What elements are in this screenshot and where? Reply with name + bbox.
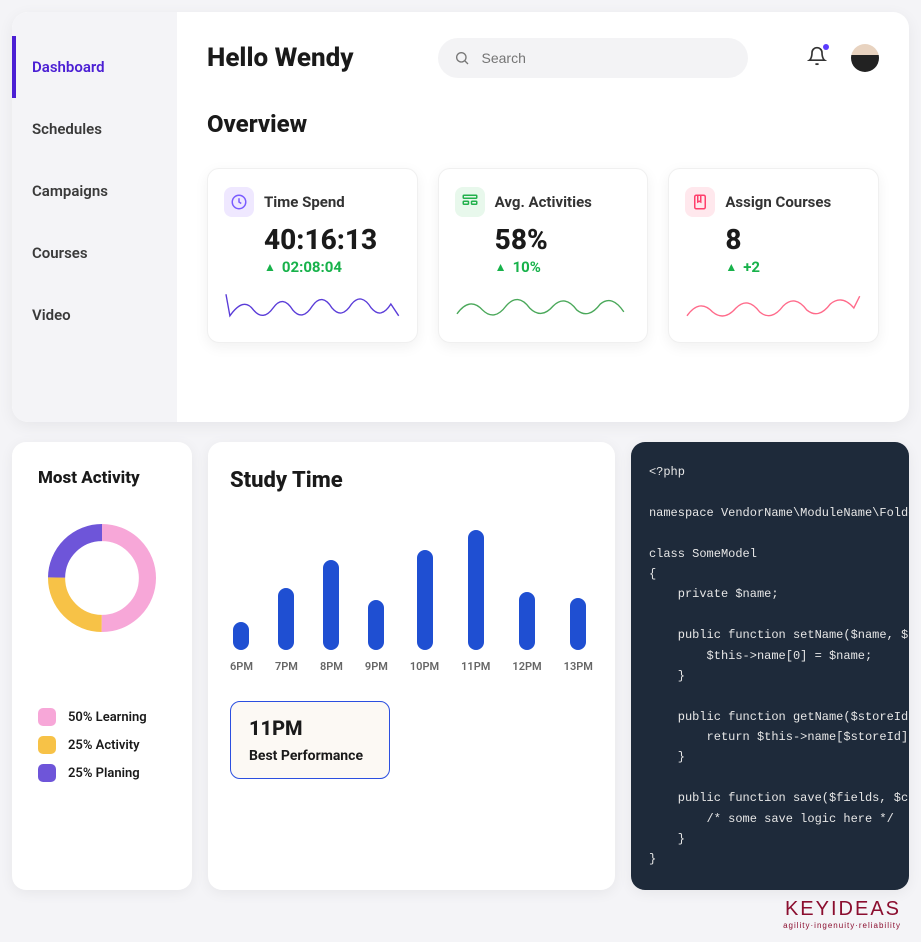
bar-label: 6PM bbox=[230, 660, 253, 673]
search-input[interactable] bbox=[438, 38, 748, 78]
bar-label: 11PM bbox=[461, 660, 490, 673]
bar bbox=[233, 622, 249, 650]
bar-label: 8PM bbox=[320, 660, 343, 673]
card-delta: 10% bbox=[495, 258, 632, 276]
bar bbox=[417, 550, 433, 650]
bell-icon[interactable] bbox=[807, 46, 827, 70]
legend-item: 50% Learning bbox=[38, 708, 170, 726]
bar-column: 10PM bbox=[410, 550, 439, 673]
sidebar-item-courses[interactable]: Courses bbox=[12, 222, 177, 284]
footer-brand: KEYIDEAS agility·ingenuity·reliability bbox=[12, 898, 909, 930]
card-title: Avg. Activities bbox=[495, 193, 592, 211]
legend-item: 25% Activity bbox=[38, 736, 170, 754]
code-panel: <?php namespace VendorName\ModuleName\Fo… bbox=[631, 442, 909, 890]
bar-label: 7PM bbox=[275, 660, 298, 673]
book-icon bbox=[685, 187, 715, 217]
legend-label: 50% Learning bbox=[68, 710, 147, 725]
header: Hello Wendy bbox=[207, 38, 879, 78]
bar-column: 6PM bbox=[230, 622, 253, 673]
overview-title: Overview bbox=[207, 110, 879, 138]
card-delta: 02:08:04 bbox=[264, 258, 401, 276]
sidebar-item-campaigns[interactable]: Campaigns bbox=[12, 160, 177, 222]
sidebar-item-schedules[interactable]: Schedules bbox=[12, 98, 177, 160]
main-panel: Hello Wendy Overview Time Spend bbox=[177, 12, 909, 422]
card-time-spend: Time Spend 40:16:13 02:08:04 bbox=[207, 168, 418, 343]
bar bbox=[323, 560, 339, 650]
card-assign-courses: Assign Courses 8 +2 bbox=[668, 168, 879, 343]
study-title: Study Time bbox=[230, 468, 593, 493]
bar bbox=[368, 600, 384, 650]
grid-icon bbox=[455, 187, 485, 217]
bar-label: 9PM bbox=[365, 660, 388, 673]
card-value: 8 bbox=[725, 223, 862, 256]
brand-tagline: agility·ingenuity·reliability bbox=[12, 921, 901, 930]
clock-icon bbox=[224, 187, 254, 217]
bar-column: 12PM bbox=[512, 592, 541, 673]
bar-column: 11PM bbox=[461, 530, 490, 673]
sidebar: Dashboard Schedules Campaigns Courses Vi… bbox=[12, 12, 177, 422]
top-section: Dashboard Schedules Campaigns Courses Vi… bbox=[12, 12, 909, 422]
bar bbox=[468, 530, 484, 650]
sparkline bbox=[224, 284, 401, 328]
search-wrap bbox=[438, 38, 748, 78]
card-value: 58% bbox=[495, 223, 632, 256]
most-activity-panel: Most Activity 50% Learning 25% Activity … bbox=[12, 442, 192, 890]
bar-column: 9PM bbox=[365, 600, 388, 673]
sidebar-item-video[interactable]: Video bbox=[12, 284, 177, 346]
bar-column: 7PM bbox=[275, 588, 298, 673]
bottom-section: Most Activity 50% Learning 25% Activity … bbox=[12, 442, 909, 890]
header-actions bbox=[807, 44, 879, 72]
bar-label: 12PM bbox=[512, 660, 541, 673]
study-bar-chart: 6PM 7PM 8PM 9PM 10PM 11PM 12PM 13PM bbox=[230, 533, 593, 673]
bar-label: 10PM bbox=[410, 660, 439, 673]
bar bbox=[278, 588, 294, 650]
best-time: 11PM bbox=[249, 716, 371, 740]
bar-column: 8PM bbox=[320, 560, 343, 673]
best-label: Best Performance bbox=[249, 748, 371, 764]
swatch-icon bbox=[38, 708, 56, 726]
best-performance-box: 11PM Best Performance bbox=[230, 701, 390, 779]
sparkline bbox=[685, 284, 862, 328]
card-title: Time Spend bbox=[264, 193, 345, 211]
bar-column: 13PM bbox=[564, 598, 593, 673]
bar-label: 13PM bbox=[564, 660, 593, 673]
overview-cards: Time Spend 40:16:13 02:08:04 Avg. Activi… bbox=[207, 168, 879, 343]
legend-label: 25% Activity bbox=[68, 738, 140, 753]
activity-donut-chart bbox=[42, 518, 162, 638]
avatar[interactable] bbox=[851, 44, 879, 72]
activity-title: Most Activity bbox=[38, 468, 140, 488]
legend-item: 25% Planing bbox=[38, 764, 170, 782]
card-title: Assign Courses bbox=[725, 193, 831, 211]
card-avg-activities: Avg. Activities 58% 10% bbox=[438, 168, 649, 343]
brand-name: KEYIDEAS bbox=[12, 898, 901, 921]
sparkline bbox=[455, 284, 632, 328]
activity-legend: 50% Learning 25% Activity 25% Planing bbox=[34, 698, 170, 792]
sidebar-item-dashboard[interactable]: Dashboard bbox=[12, 36, 177, 98]
card-delta: +2 bbox=[725, 258, 862, 276]
legend-label: 25% Planing bbox=[68, 766, 140, 781]
bar bbox=[519, 592, 535, 650]
greeting: Hello Wendy bbox=[207, 43, 354, 73]
card-value: 40:16:13 bbox=[264, 223, 401, 256]
study-time-panel: Study Time 6PM7PM8PM9PM10PM11PM12PM13PM … bbox=[208, 442, 615, 890]
swatch-icon bbox=[38, 736, 56, 754]
search-icon bbox=[454, 50, 470, 66]
bar bbox=[570, 598, 586, 650]
swatch-icon bbox=[38, 764, 56, 782]
